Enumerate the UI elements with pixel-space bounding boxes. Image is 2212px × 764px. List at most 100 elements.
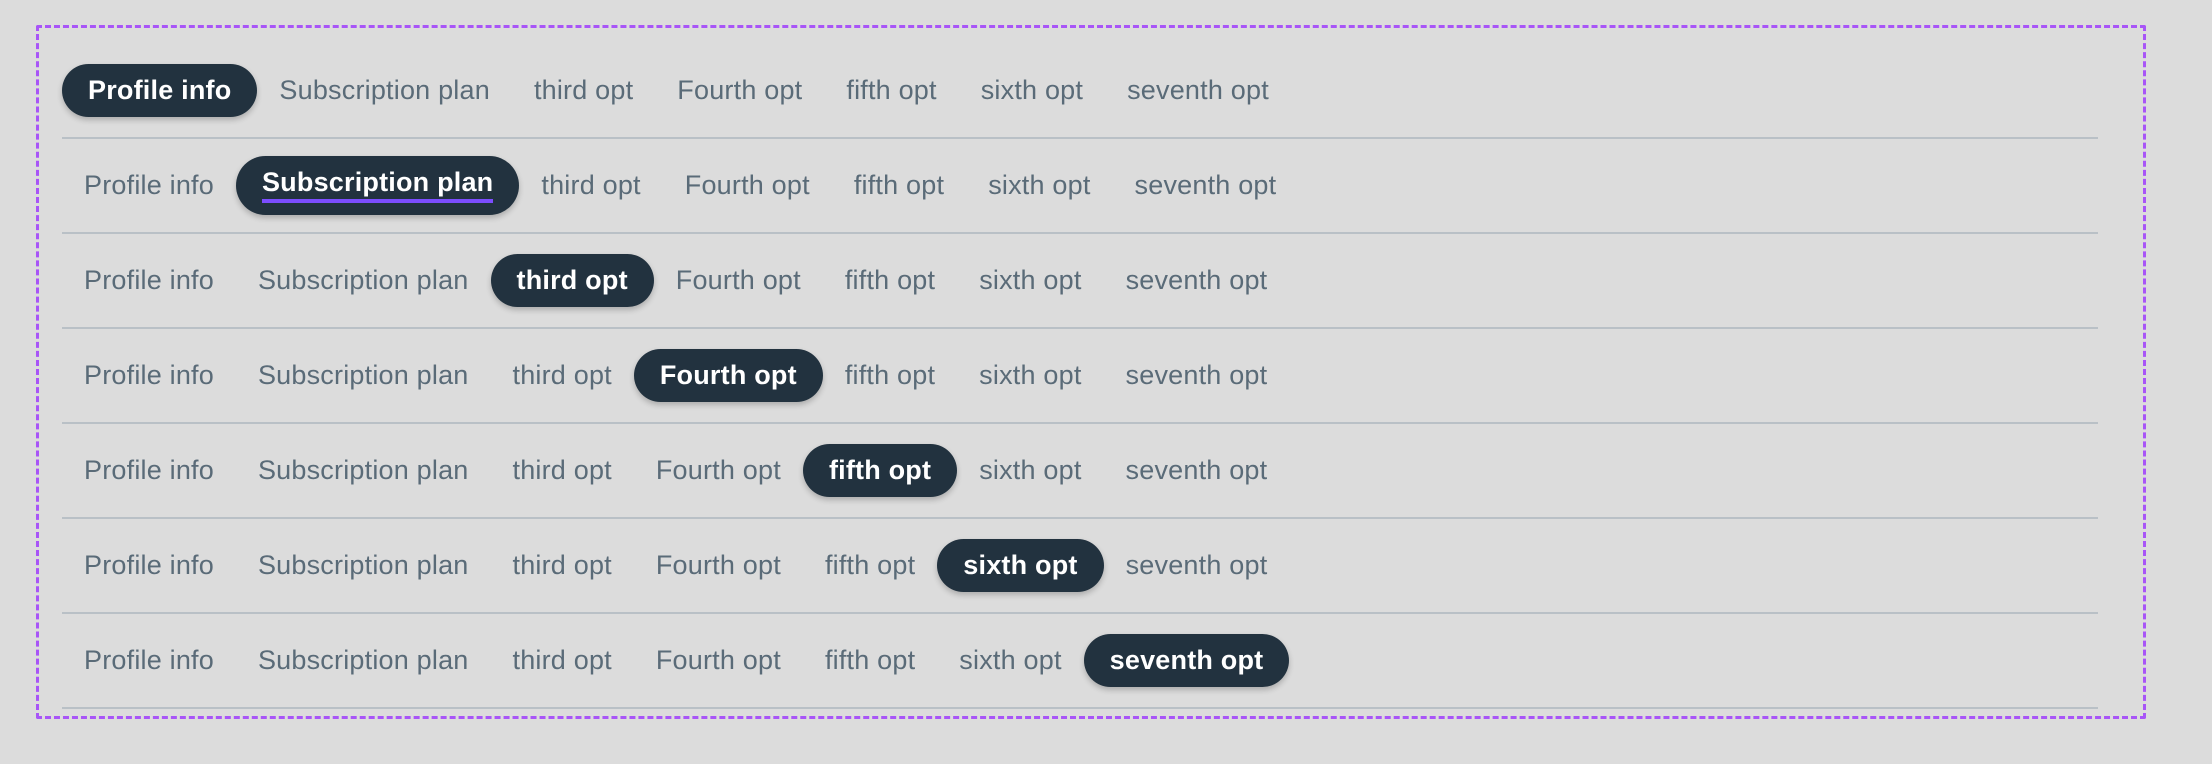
tab-row: Profile info Subscription plan third opt Fo… xyxy=(62,44,2098,139)
tab-item-label: sixth opt xyxy=(980,74,1084,105)
tab-item-label: Profile info xyxy=(84,454,214,485)
tab-item-1[interactable]: Subscription plan xyxy=(235,156,520,215)
tab-item-5[interactable]: sixth opt xyxy=(959,65,1105,117)
tab-item-label: Fourth opt xyxy=(677,74,803,105)
tab-item-label: Fourth opt xyxy=(684,169,810,200)
tab-item-6[interactable]: seventh opt xyxy=(1104,445,1290,497)
tab-item-4[interactable]: fifth opt xyxy=(823,255,957,307)
tab-item-0[interactable]: Profile info xyxy=(62,255,236,307)
tab-item-label: Profile info xyxy=(84,359,214,390)
tab-item-label: Profile info xyxy=(84,264,214,295)
tab-item-2[interactable]: third opt xyxy=(491,445,634,497)
tab-item-5[interactable]: sixth opt xyxy=(957,350,1103,402)
tab-item-label: Fourth opt xyxy=(655,549,781,580)
tab-item-label: fifth opt xyxy=(846,74,937,105)
tab-item-5[interactable]: sixth opt xyxy=(937,538,1104,593)
tab-item-1[interactable]: Subscription plan xyxy=(236,635,491,687)
tab-item-3[interactable]: Fourth opt xyxy=(655,65,824,117)
tab-item-label: sixth opt xyxy=(979,359,1082,390)
tab-item-3[interactable]: Fourth opt xyxy=(654,255,823,307)
tab-item-label: third opt xyxy=(533,74,634,105)
tab-item-4[interactable]: fifth opt xyxy=(803,540,937,592)
tab-item-2[interactable]: third opt xyxy=(491,635,634,687)
tab-item-label: seventh opt xyxy=(1125,549,1268,580)
tab-item-2[interactable]: third opt xyxy=(519,160,662,212)
tab-item-2[interactable]: third opt xyxy=(491,540,634,592)
tab-row: Profile info Subscription plan third opt Fo… xyxy=(62,139,2098,234)
tab-item-3[interactable]: Fourth opt xyxy=(633,348,823,403)
tab-item-6[interactable]: seventh opt xyxy=(1113,160,1299,212)
tab-item-2[interactable]: third opt xyxy=(491,350,634,402)
tab-item-5[interactable]: sixth opt xyxy=(966,160,1112,212)
tab-item-1[interactable]: Subscription plan xyxy=(236,350,491,402)
tab-item-3[interactable]: Fourth opt xyxy=(634,540,803,592)
tab-item-6[interactable]: seventh opt xyxy=(1105,65,1291,117)
tab-item-label: Subscription plan xyxy=(257,264,469,295)
tab-item-6[interactable]: seventh opt xyxy=(1104,350,1290,402)
tab-item-2[interactable]: third opt xyxy=(490,253,654,308)
tab-item-3[interactable]: Fourth opt xyxy=(663,160,832,212)
tab-item-4[interactable]: fifth opt xyxy=(803,635,937,687)
tab-row: Profile info Subscription plan third opt Fo… xyxy=(62,329,2098,424)
tab-row: Profile info Subscription plan third opt Fo… xyxy=(62,234,2098,329)
tab-item-5[interactable]: sixth opt xyxy=(937,635,1083,687)
tab-row: Profile info Subscription plan third opt Fo… xyxy=(62,424,2098,519)
tab-item-0[interactable]: Profile info xyxy=(62,63,258,118)
tab-item-0[interactable]: Profile info xyxy=(62,635,236,687)
tab-item-label: fifth opt xyxy=(844,359,936,390)
tab-item-label: sixth opt xyxy=(963,549,1078,580)
tab-item-label: seventh opt xyxy=(1127,74,1269,105)
tab-item-label: Profile info xyxy=(84,169,214,200)
tab-item-0[interactable]: Profile info xyxy=(62,445,236,497)
tab-item-3[interactable]: Fourth opt xyxy=(634,635,803,687)
tab-item-label: fifth opt xyxy=(844,264,936,295)
tab-item-label: Fourth opt xyxy=(675,264,801,295)
tab-item-6[interactable]: seventh opt xyxy=(1104,255,1290,307)
tab-row-list: Profile info Subscription plan third opt Fo… xyxy=(62,44,2098,709)
tab-item-label: seventh opt xyxy=(1125,264,1268,295)
tab-item-label: Subscription plan xyxy=(257,549,469,580)
tab-item-label: sixth opt xyxy=(988,169,1091,200)
tab-item-label: seventh opt xyxy=(1125,454,1268,485)
tab-item-0[interactable]: Profile info xyxy=(62,350,236,402)
tab-item-label: sixth opt xyxy=(979,264,1082,295)
tab-item-label: third opt xyxy=(516,264,628,295)
tab-item-label: fifth opt xyxy=(824,644,916,675)
tab-item-label: Profile info xyxy=(84,644,214,675)
tab-item-0[interactable]: Profile info xyxy=(62,160,236,212)
tab-item-label: Subscription plan xyxy=(257,359,469,390)
tab-item-3[interactable]: Fourth opt xyxy=(634,445,803,497)
tab-item-1[interactable]: Subscription plan xyxy=(236,255,491,307)
tab-item-label: fifth opt xyxy=(828,454,932,485)
tab-item-2[interactable]: third opt xyxy=(512,65,655,117)
tab-item-label: sixth opt xyxy=(959,644,1062,675)
tab-item-label: Subscription plan xyxy=(279,74,490,105)
tab-item-label: seventh opt xyxy=(1125,359,1268,390)
tab-item-4[interactable]: fifth opt xyxy=(802,443,958,498)
tab-item-label: sixth opt xyxy=(979,454,1082,485)
tab-item-0[interactable]: Profile info xyxy=(62,540,236,592)
tab-item-label: third opt xyxy=(512,549,612,580)
tab-row: Profile info Subscription plan third opt Fo… xyxy=(62,519,2098,614)
tab-item-label: Fourth opt xyxy=(655,454,781,485)
tab-item-label: Profile info xyxy=(84,549,214,580)
tab-item-label: third opt xyxy=(512,644,612,675)
tab-item-label: fifth opt xyxy=(853,169,945,200)
tab-item-label: Profile info xyxy=(88,74,232,105)
tab-item-label: seventh opt xyxy=(1109,644,1264,675)
tab-item-label: Subscription plan xyxy=(257,644,469,675)
tab-item-1[interactable]: Subscription plan xyxy=(236,540,491,592)
tab-item-label: third opt xyxy=(512,454,612,485)
tab-item-label: third opt xyxy=(541,169,641,200)
tab-item-4[interactable]: fifth opt xyxy=(824,65,958,117)
tab-item-label: Subscription plan xyxy=(257,454,469,485)
tab-item-4[interactable]: fifth opt xyxy=(832,160,966,212)
tab-item-4[interactable]: fifth opt xyxy=(823,350,957,402)
tab-item-6[interactable]: seventh opt xyxy=(1104,540,1290,592)
tab-item-label: third opt xyxy=(512,359,612,390)
tab-item-1[interactable]: Subscription plan xyxy=(257,65,512,117)
tab-item-6[interactable]: seventh opt xyxy=(1083,633,1290,688)
tab-item-5[interactable]: sixth opt xyxy=(957,445,1103,497)
tab-item-5[interactable]: sixth opt xyxy=(957,255,1103,307)
tab-item-1[interactable]: Subscription plan xyxy=(236,445,491,497)
